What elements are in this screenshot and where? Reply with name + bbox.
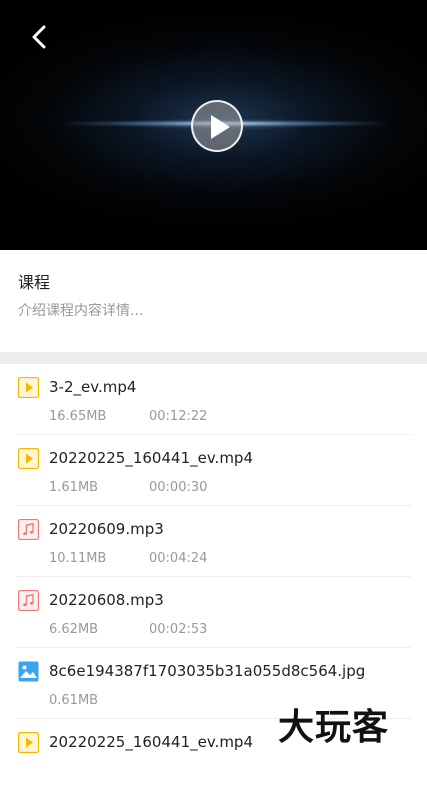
course-title: 课程 <box>18 273 51 292</box>
video-icon <box>18 448 39 469</box>
file-item[interactable]: 20220609.mp3 10.11MB 00:04:24 <box>16 506 411 577</box>
file-size: 16.65MB <box>49 409 107 424</box>
file-item[interactable]: 20220225_160441_ev.mp4 1.61MB 00:00:30 <box>16 435 411 506</box>
play-icon <box>211 115 230 139</box>
course-description: 介绍课程内容详情... <box>18 303 144 319</box>
file-duration: 00:04:24 <box>149 551 208 566</box>
file-size: 10.11MB <box>49 551 107 566</box>
music-icon <box>18 519 39 540</box>
chevron-left-icon <box>32 25 46 49</box>
video-icon <box>18 732 39 753</box>
video-player[interactable] <box>0 0 427 250</box>
file-duration: 00:12:22 <box>149 409 208 424</box>
file-item[interactable]: 3-2_ev.mp4 16.65MB 00:12:22 <box>16 364 411 435</box>
file-name: 20220225_160441_ev.mp4 <box>49 449 253 467</box>
watermark: 大玩客 <box>278 706 390 748</box>
file-item[interactable]: 20220608.mp3 6.62MB 00:02:53 <box>16 577 411 648</box>
file-duration: 00:02:53 <box>149 622 208 637</box>
file-name: 3-2_ev.mp4 <box>49 378 137 396</box>
section-divider <box>0 352 427 364</box>
file-size: 6.62MB <box>49 622 99 637</box>
file-size: 1.61MB <box>49 480 99 495</box>
course-info: 课程 介绍课程内容详情... <box>18 270 409 321</box>
image-icon <box>18 661 39 682</box>
file-name: 20220609.mp3 <box>49 520 164 538</box>
file-name: 20220225_160441_ev.mp4 <box>49 733 253 751</box>
file-size: 0.61MB <box>49 693 99 708</box>
video-icon <box>18 377 39 398</box>
back-button[interactable] <box>22 20 58 56</box>
file-duration: 00:00:30 <box>149 480 208 495</box>
file-name: 8c6e194387f1703035b31a055d8c564.jpg <box>49 662 366 680</box>
file-name: 20220608.mp3 <box>49 591 164 609</box>
music-icon <box>18 590 39 611</box>
play-button[interactable] <box>191 100 243 152</box>
